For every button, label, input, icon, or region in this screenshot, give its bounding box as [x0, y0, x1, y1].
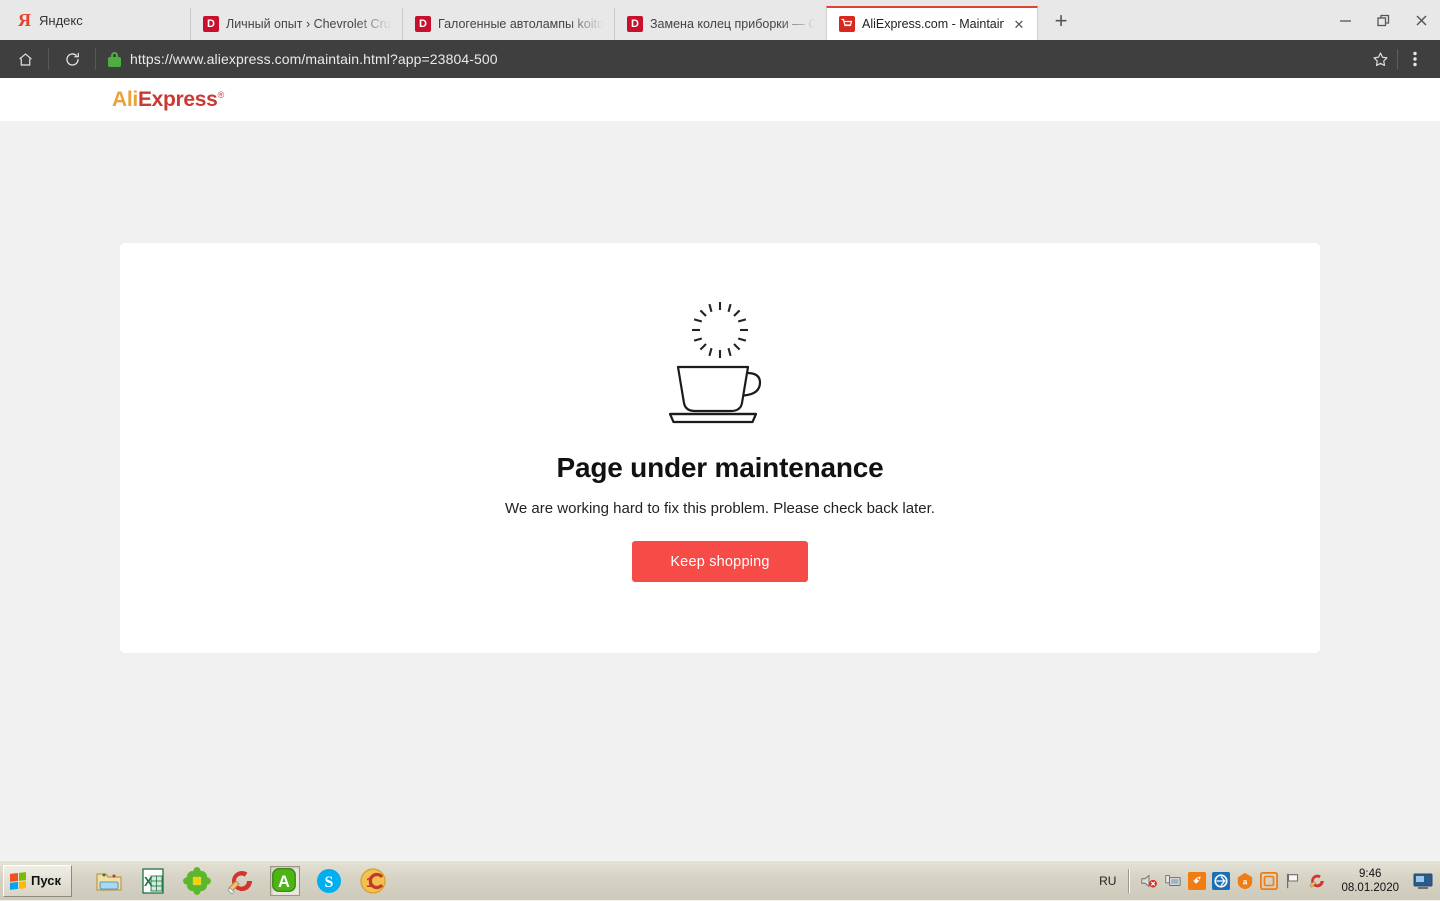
browser-toolbar: https://www.aliexpress.com/maintain.html… — [0, 40, 1440, 78]
close-button[interactable] — [1402, 0, 1440, 40]
page-subtitle: We are working hard to fix this problem.… — [505, 500, 935, 517]
rocket-icon[interactable] — [1188, 872, 1206, 890]
home-icon[interactable] — [8, 44, 42, 74]
tray-separator — [1128, 869, 1130, 893]
network-monitor-icon[interactable] — [1164, 872, 1182, 890]
browser-tab[interactable]: D Личный опыт › Chevrolet Cruze — [190, 8, 402, 40]
drive2-d-icon: D — [203, 16, 219, 32]
coffee-cup-spinner-icon — [660, 300, 780, 425]
explorer-icon[interactable] — [94, 866, 124, 896]
toolbar-divider — [95, 48, 96, 70]
logo-express-text: Express — [138, 88, 218, 111]
start-button[interactable]: Пуск — [3, 865, 72, 897]
tab-title: AliExpress.com - Maintaining — [862, 17, 1004, 31]
flag-icon[interactable] — [1284, 872, 1302, 890]
aliexpress-cart-icon — [839, 16, 855, 32]
maintenance-card: Page under maintenance We are working ha… — [120, 243, 1320, 653]
tab-strip: Я Яндекс D Личный опыт › Chevrolet Cruze… — [0, 0, 1440, 40]
one-c-icon[interactable]: 1 — [358, 866, 388, 896]
icq-flower-icon[interactable] — [182, 866, 212, 896]
minimize-button[interactable] — [1326, 0, 1364, 40]
drive2-d-icon: D — [627, 16, 643, 32]
logo-ali-text: Ali — [112, 88, 138, 111]
svg-text:S: S — [325, 874, 334, 891]
ccleaner-tray-icon[interactable] — [1308, 872, 1326, 890]
excel-icon[interactable]: X — [138, 866, 168, 896]
browser-tab[interactable]: D Галогенные автолампы koito w — [402, 8, 614, 40]
aliexpress-logo[interactable]: AliExpress® — [112, 88, 224, 112]
window-controls — [1326, 0, 1440, 40]
avast-shield-icon[interactable] — [1260, 872, 1278, 890]
logo-trademark: ® — [218, 90, 224, 100]
browser-tab[interactable]: D Замена колец приборки — Ch — [614, 8, 826, 40]
tabs-container: D Личный опыт › Chevrolet Cruze D Галоге… — [190, 0, 1440, 40]
skype-icon[interactable]: S — [314, 866, 344, 896]
browser-window: Я Яндекс D Личный опыт › Chevrolet Cruze… — [0, 0, 1440, 860]
page-viewport: AliExpress® — [0, 78, 1440, 860]
quick-launch-bar: X — [94, 866, 388, 896]
page-title: Page under maintenance — [556, 452, 883, 484]
tab-title: Личный опыт › Chevrolet Cruze — [226, 17, 392, 31]
url-text: https://www.aliexpress.com/maintain.html… — [130, 51, 498, 67]
yandex-button[interactable]: Я Яндекс — [0, 0, 190, 40]
language-indicator[interactable]: RU — [1091, 874, 1124, 888]
yandex-logo-icon: Я — [18, 11, 31, 29]
aimp-a-icon[interactable]: A — [270, 866, 300, 896]
drive2-d-icon: D — [415, 16, 431, 32]
three-dots-icon[interactable] — [1398, 44, 1432, 74]
yandex-button-label: Яндекс — [39, 13, 83, 28]
system-tray: RU — [1091, 862, 1440, 900]
site-header: AliExpress® — [0, 78, 1440, 121]
ccleaner-icon[interactable] — [226, 866, 256, 896]
new-tab-button[interactable]: + — [1044, 4, 1078, 38]
svg-text:a: a — [1243, 877, 1248, 886]
tab-close-icon[interactable]: ✕ — [1011, 16, 1027, 32]
show-desktop-icon[interactable] — [1412, 871, 1434, 891]
address-bar[interactable]: https://www.aliexpress.com/maintain.html… — [102, 44, 1363, 74]
speaker-muted-icon[interactable] — [1140, 872, 1158, 890]
start-button-label: Пуск — [31, 873, 61, 888]
tray-icons: a — [1134, 872, 1332, 890]
tab-title: Замена колец приборки — Ch — [650, 17, 816, 31]
browser-tab-active[interactable]: AliExpress.com - Maintaining ✕ — [826, 6, 1038, 40]
svg-text:X: X — [144, 874, 153, 889]
windows-logo-icon — [10, 872, 26, 890]
avast-icon[interactable]: a — [1236, 872, 1254, 890]
toolbar-divider — [48, 48, 49, 70]
lock-icon — [108, 52, 121, 67]
windows-taskbar: Пуск X — [0, 860, 1440, 900]
teamviewer-icon[interactable] — [1212, 872, 1230, 890]
taskbar-clock[interactable]: 9:46 08.01.2020 — [1332, 867, 1408, 895]
star-icon[interactable] — [1363, 44, 1397, 74]
clock-date: 08.01.2020 — [1341, 881, 1399, 895]
tab-title: Галогенные автолампы koito w — [438, 17, 604, 31]
keep-shopping-button[interactable]: Keep shopping — [632, 541, 808, 582]
reload-icon[interactable] — [55, 44, 89, 74]
clock-time: 9:46 — [1341, 867, 1399, 881]
svg-text:A: A — [278, 872, 290, 890]
maximize-restore-button[interactable] — [1364, 0, 1402, 40]
